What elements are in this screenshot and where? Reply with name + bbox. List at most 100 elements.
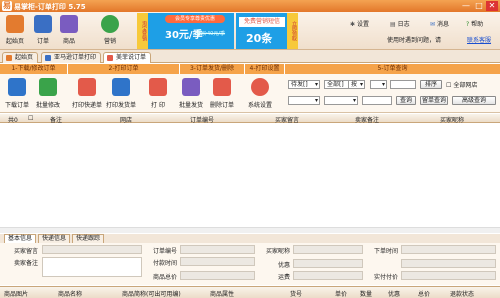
items-table-header: 商品图片 商品名称 商品简称(可出可用编) 商品属性 货号 单价 数量 优惠 总… — [0, 286, 500, 298]
order-time-label: 下单时间 — [373, 248, 398, 255]
help-link[interactable]: ? 帮助 — [466, 19, 483, 28]
orderby-button[interactable]: 排序 — [420, 80, 442, 89]
goods-total-label: 商品总价 — [152, 274, 177, 281]
help-icon: ? — [466, 21, 470, 28]
checkbox-icon: ☐ — [446, 82, 452, 89]
nav-home-button[interactable]: 起始页 — [3, 15, 27, 45]
filter-select-2[interactable] — [324, 96, 358, 105]
settings-link[interactable]: ✱ 设置 — [350, 19, 369, 28]
action-label: 下载订单 — [4, 102, 29, 109]
batch-edit-button[interactable]: 批量修改 — [33, 78, 63, 109]
discount-label: 优惠 — [277, 262, 290, 269]
search-mode-select[interactable] — [370, 80, 387, 89]
promo-badge: 淘宝营销 — [137, 13, 148, 49]
tab-basic-info[interactable]: 基本信息 — [4, 234, 37, 243]
goods-total-field — [180, 271, 255, 280]
tab-express-info[interactable]: 快递信息 — [38, 234, 71, 243]
printer-icon — [78, 78, 96, 96]
nav-label: 起始页 — [5, 38, 24, 45]
products-icon — [60, 15, 78, 33]
extra-field — [401, 259, 496, 268]
detail-tabs: 基本信息 快递信息 快递跟踪 — [0, 234, 500, 243]
tab-home[interactable]: 起始页 — [2, 52, 39, 63]
orders-icon — [34, 15, 52, 33]
discount-field — [293, 259, 363, 268]
orders-icon — [45, 55, 51, 61]
status-select[interactable]: 待发[] — [288, 80, 320, 89]
col-item-price: 单价 — [335, 291, 348, 298]
pay-time-label: 付款时间 — [152, 260, 177, 267]
printer-icon — [112, 78, 130, 96]
col-note[interactable]: 备注 — [50, 115, 62, 124]
date-select[interactable] — [288, 96, 320, 105]
download-icon — [8, 78, 26, 96]
order-time-field — [401, 245, 496, 254]
action-label: 系统设置 — [247, 102, 272, 109]
promo-banner[interactable]: 淘宝营销 会员专享尊贵优惠 30元/季 原价40元/季 — [137, 13, 234, 49]
all-stores-label: 全部网店 — [453, 82, 478, 89]
delete-orders-button[interactable]: 删除订单 — [207, 78, 237, 109]
local-query-button[interactable]: 留单查询 — [420, 96, 448, 105]
print-invoice-button[interactable]: 打印发货单 — [106, 78, 136, 109]
print-button[interactable]: 打 印 — [143, 78, 173, 109]
step-bar: 1-下载/修改订单 2-打印订单 3-订单发货/删除 4-打印设置 5-订单查询 — [0, 64, 500, 74]
orders-icon — [107, 55, 113, 61]
col-item-short: 商品简称(可出可用编) — [122, 291, 181, 298]
action-label: 打印发货单 — [106, 102, 137, 109]
message-label: 消息 — [436, 21, 449, 28]
nav-orders-button[interactable]: 订单 — [31, 15, 55, 45]
nav-label: 订单 — [36, 38, 49, 45]
search-button[interactable]: 查询 — [396, 96, 416, 105]
tab-express-tracking[interactable]: 快递跟踪 — [72, 234, 105, 243]
select-all-checkbox[interactable]: ☐ — [28, 115, 33, 122]
action-label: 批量修改 — [35, 102, 60, 109]
keyword-input[interactable] — [362, 96, 392, 105]
tab-label: 美菲说订单 — [116, 54, 147, 61]
contact-support-link[interactable]: 联系客服 — [467, 35, 491, 44]
col-item-total: 总价 — [418, 291, 431, 298]
horizontal-scrollbar[interactable] — [0, 227, 500, 233]
maximize-button[interactable]: □ — [473, 1, 485, 11]
settings-label: 设置 — [356, 21, 369, 28]
download-orders-button[interactable]: 下载订单 — [2, 78, 32, 109]
tab-amazon-orders[interactable]: 亚马逊订单打印 — [41, 52, 102, 63]
nav-label: 营销 — [103, 38, 116, 45]
document-tabs: 起始页 亚马逊订单打印 美菲说订单 — [0, 50, 500, 63]
col-buyer-msg[interactable]: 买家留言 — [275, 115, 299, 124]
advanced-query-button[interactable]: 高级查询 — [452, 96, 496, 105]
buyer-nick-field — [293, 245, 363, 254]
step-ship: 3-订单发货/删除 — [180, 64, 245, 74]
nav-products-button[interactable]: 商品 — [57, 15, 81, 45]
col-order-no[interactable]: 订单编号 — [190, 115, 214, 124]
action-label: 删除订单 — [209, 102, 234, 109]
col-item-attr: 商品属性 — [210, 291, 235, 298]
all-stores-checkbox[interactable]: ☐ 全部网店 — [446, 80, 477, 89]
paid-label: 实付付价 — [373, 274, 398, 281]
search-field-select[interactable]: 按 — [348, 80, 365, 89]
batch-ship-button[interactable]: 批量发货 — [176, 78, 206, 109]
col-store[interactable]: 网店 — [120, 115, 132, 124]
log-link[interactable]: ▤ 日志 — [390, 19, 410, 28]
col-seller-note[interactable]: 卖家备注 — [355, 115, 379, 124]
pay-time-field — [180, 257, 255, 266]
shipping-label: 运费 — [277, 274, 290, 281]
paid-field — [401, 271, 496, 280]
promo-old-price: 原价40元/季 — [197, 31, 226, 37]
search-input[interactable] — [390, 80, 416, 89]
gear-icon: ✱ — [350, 21, 356, 28]
tab-meifeishuo-orders[interactable]: 美菲说订单 — [103, 52, 152, 63]
message-link[interactable]: ✉ 消息 — [430, 19, 449, 28]
system-settings-button[interactable]: 系统设置 — [245, 78, 275, 109]
step-print-settings: 4-打印设置 — [245, 64, 285, 74]
close-button[interactable]: ✕ — [486, 1, 498, 11]
minimize-button[interactable]: — — [460, 1, 472, 11]
buyer-msg-label: 买家留言 — [13, 248, 38, 255]
seller-note-field[interactable] — [42, 257, 142, 277]
col-refund-status: 退款状态 — [450, 291, 475, 298]
action-toolbar: 下载订单 批量修改 打印快递单 打印发货单 打 印 批量发货 删除订单 系统设置… — [0, 74, 500, 113]
tab-label: 起始页 — [15, 54, 34, 61]
col-buyer-nick[interactable]: 买家昵称 — [440, 115, 464, 124]
sms-banner[interactable]: 免费营销短信 20条 立即领取 — [236, 13, 298, 49]
print-express-button[interactable]: 打印快递单 — [72, 78, 102, 109]
nav-marketing-button[interactable]: 营销 — [98, 15, 122, 45]
